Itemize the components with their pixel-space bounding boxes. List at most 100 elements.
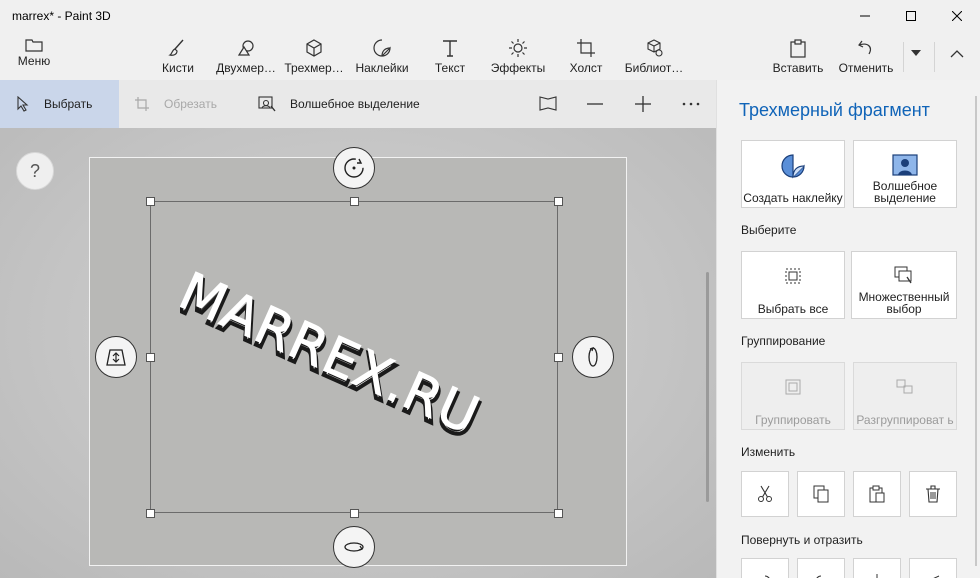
effects-sun-icon bbox=[509, 39, 527, 57]
zoom-out-button[interactable] bbox=[586, 80, 604, 128]
select-tool-button[interactable]: Выбрать bbox=[0, 80, 119, 128]
group-icon bbox=[785, 379, 801, 395]
panel-title: Трехмерный фрагмент bbox=[739, 100, 930, 120]
rotate-right-icon bbox=[816, 575, 822, 578]
group-button[interactable]: Группировать bbox=[741, 362, 845, 430]
resize-handle-bottom-right[interactable] bbox=[554, 509, 563, 518]
selection-box[interactable] bbox=[150, 201, 558, 513]
rotate-horizontal-icon bbox=[344, 542, 364, 552]
delete-button[interactable] bbox=[909, 471, 957, 517]
ribbon-divider bbox=[903, 42, 904, 72]
multi-select-button[interactable]: Множественный выбор bbox=[851, 251, 957, 319]
history-dropdown-button[interactable] bbox=[906, 32, 926, 80]
rotate-x-handle[interactable] bbox=[333, 526, 375, 568]
tool-label: Эффекты bbox=[490, 61, 546, 75]
maximize-button[interactable] bbox=[888, 0, 934, 32]
magic-select-icon bbox=[892, 154, 918, 176]
resize-handle-top-left[interactable] bbox=[146, 197, 155, 206]
tool-2d-shapes[interactable]: Двухмер… bbox=[216, 32, 276, 80]
group-label: Группировать bbox=[755, 413, 831, 427]
sticker-icon bbox=[781, 154, 805, 179]
rotate-left-button[interactable] bbox=[741, 558, 789, 578]
resize-handle-left[interactable] bbox=[146, 353, 155, 362]
flip-horizontal-button[interactable] bbox=[853, 558, 901, 578]
section-rotate-heading: Повернуть и отразить bbox=[741, 533, 863, 547]
text-icon bbox=[443, 40, 457, 57]
view-3d-button[interactable] bbox=[538, 80, 558, 128]
vertical-scrollbar[interactable] bbox=[706, 272, 709, 502]
magic-select-icon bbox=[258, 96, 276, 112]
crop-button[interactable]: Обрезать bbox=[134, 80, 217, 128]
paste-panel-button[interactable] bbox=[853, 471, 901, 517]
cut-button[interactable] bbox=[741, 471, 789, 517]
brush-icon bbox=[168, 39, 184, 56]
selection-toolbar: Выбрать Обрезать Волшебное выделение bbox=[0, 80, 716, 128]
workspace: ? MARREX.RU MARREX.RU bbox=[0, 128, 716, 578]
rotate-z-handle[interactable] bbox=[333, 147, 375, 189]
multi-select-icon bbox=[894, 266, 912, 284]
collapse-ribbon-button[interactable] bbox=[942, 32, 972, 80]
side-panel: Трехмерный фрагмент Создать наклейку Вол… bbox=[716, 80, 980, 578]
tool-label: Холст bbox=[569, 61, 603, 75]
section-edit-heading: Изменить bbox=[741, 445, 796, 459]
cube-icon bbox=[306, 39, 322, 57]
menu-button[interactable]: Меню bbox=[0, 32, 68, 80]
depth-push-icon bbox=[106, 349, 126, 366]
ungroup-button[interactable]: Разгруппироват ь bbox=[853, 362, 957, 430]
section-group-heading: Группирование bbox=[741, 334, 826, 348]
panel-scrollbar[interactable] bbox=[975, 96, 977, 566]
folder-icon bbox=[25, 39, 43, 52]
resize-handle-bottom-left[interactable] bbox=[146, 509, 155, 518]
select-label: Выбрать bbox=[44, 97, 93, 111]
resize-handle-bottom[interactable] bbox=[350, 509, 359, 518]
create-sticker-button[interactable]: Создать наклейку bbox=[741, 140, 845, 208]
more-options-button[interactable] bbox=[682, 80, 700, 128]
minimize-button[interactable] bbox=[842, 0, 888, 32]
undo-button[interactable]: Отменить bbox=[836, 32, 896, 80]
tool-text[interactable]: Текст bbox=[430, 32, 470, 80]
select-all-icon bbox=[785, 268, 801, 284]
zoom-in-button[interactable] bbox=[634, 80, 652, 128]
tool-brushes[interactable]: Кисти bbox=[158, 32, 198, 80]
chevron-up-icon bbox=[950, 50, 964, 58]
magic-select-panel-button[interactable]: Волшебное выделение bbox=[853, 140, 957, 208]
paste-label: Вставить bbox=[772, 61, 824, 75]
resize-handle-top[interactable] bbox=[350, 197, 359, 206]
close-icon bbox=[952, 11, 962, 21]
plus-icon bbox=[635, 96, 651, 112]
tool-label: Двухмер… bbox=[216, 61, 276, 75]
rotate-right-button[interactable] bbox=[797, 558, 845, 578]
ribbon: Меню Кисти Двухмер… Трехмер… Наклейки Те… bbox=[0, 32, 980, 80]
resize-handle-top-right[interactable] bbox=[554, 197, 563, 206]
rotate-circle-icon bbox=[344, 158, 364, 178]
undo-icon bbox=[858, 40, 871, 55]
tool-label: Трехмер… bbox=[284, 61, 344, 75]
magic-select-label: Волшебное выделение bbox=[290, 97, 420, 111]
close-button[interactable] bbox=[934, 0, 980, 32]
cut-icon bbox=[758, 485, 772, 502]
flip-vertical-button[interactable] bbox=[909, 558, 957, 578]
minimize-icon bbox=[860, 15, 870, 17]
tool-label: Библиот… bbox=[624, 61, 684, 75]
copy-button[interactable] bbox=[797, 471, 845, 517]
tool-stickers[interactable]: Наклейки bbox=[354, 32, 410, 80]
paste-button[interactable]: Вставить bbox=[772, 32, 824, 80]
select-all-button[interactable]: Выбрать все bbox=[741, 251, 845, 319]
magic-select-button[interactable]: Волшебное выделение bbox=[258, 80, 420, 128]
trash-icon bbox=[926, 485, 940, 503]
window-title: marrex* - Paint 3D bbox=[12, 9, 111, 23]
tool-library[interactable]: Библиот… bbox=[624, 32, 684, 80]
help-button[interactable]: ? bbox=[16, 152, 54, 190]
ribbon-divider bbox=[934, 42, 935, 72]
depth-handle[interactable] bbox=[95, 336, 137, 378]
rotate-vertical-icon bbox=[588, 347, 598, 367]
resize-handle-right[interactable] bbox=[554, 353, 563, 362]
magic-select-panel-label: Волшебное выделение bbox=[872, 179, 938, 205]
tool-effects[interactable]: Эффекты bbox=[490, 32, 546, 80]
rotate-y-handle[interactable] bbox=[572, 336, 614, 378]
view-toggle-icon bbox=[539, 96, 557, 111]
tool-canvas[interactable]: Холст bbox=[566, 32, 606, 80]
ungroup-icon bbox=[896, 379, 913, 394]
tool-3d-shapes[interactable]: Трехмер… bbox=[284, 32, 344, 80]
tool-label: Кисти bbox=[162, 61, 194, 75]
